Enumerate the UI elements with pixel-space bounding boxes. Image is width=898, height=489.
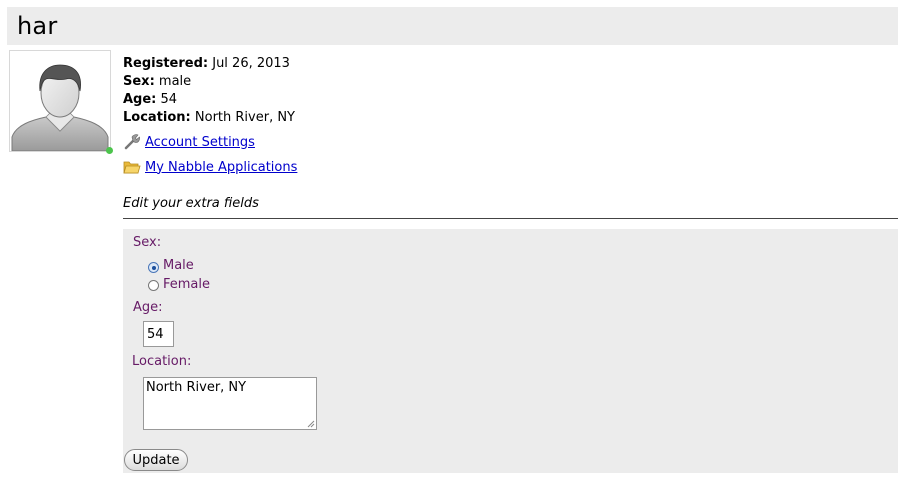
sex-row: Sex: male: [123, 73, 295, 91]
my-apps-row: My Nabble Applications: [123, 159, 297, 175]
location-textarea[interactable]: North River, NY: [143, 377, 317, 430]
resize-grip-icon[interactable]: [307, 420, 315, 428]
location-value: North River, NY: [194, 110, 295, 125]
update-button[interactable]: Update: [124, 449, 188, 471]
profile-info: Registered: Jul 26, 2013 Sex: male Age: …: [123, 55, 295, 127]
location-field-label: Location:: [132, 354, 192, 369]
sex-male-option-label[interactable]: Male: [163, 258, 194, 273]
registered-label: Registered:: [123, 56, 209, 71]
wrench-icon: [123, 134, 141, 150]
account-settings-row: Account Settings: [123, 134, 255, 150]
online-status-dot: [106, 147, 113, 154]
location-label: Location:: [123, 110, 191, 125]
my-nabble-applications-link[interactable]: My Nabble Applications: [145, 160, 297, 175]
default-user-icon: [11, 64, 109, 151]
sex-female-radio[interactable]: [148, 280, 159, 291]
edit-extra-fields-title: Edit your extra fields: [123, 196, 259, 211]
account-settings-link[interactable]: Account Settings: [145, 135, 255, 150]
sex-female-option-label[interactable]: Female: [163, 277, 210, 292]
user-profile-page: har Registered: Jul 26, 2013 Sex: male A…: [0, 0, 898, 489]
section-divider: [123, 218, 898, 219]
extra-fields-form: Sex: Male Female Age: Location: North Ri…: [123, 229, 898, 473]
age-input[interactable]: [143, 321, 174, 347]
sex-value: male: [158, 74, 192, 89]
avatar: [9, 50, 111, 152]
age-field-label: Age:: [133, 300, 163, 315]
age-value: 54: [160, 92, 178, 107]
profile-header: har: [7, 7, 898, 45]
folder-icon: [123, 159, 141, 175]
registered-value: Jul 26, 2013: [212, 56, 290, 71]
sex-field-label: Sex:: [133, 235, 162, 250]
page-title: har: [17, 12, 58, 40]
sex-male-radio[interactable]: [148, 262, 159, 273]
age-row: Age: 54: [123, 91, 295, 109]
age-label: Age:: [123, 92, 157, 107]
registered-row: Registered: Jul 26, 2013: [123, 55, 295, 73]
location-row: Location: North River, NY: [123, 109, 295, 127]
sex-label: Sex:: [123, 74, 155, 89]
